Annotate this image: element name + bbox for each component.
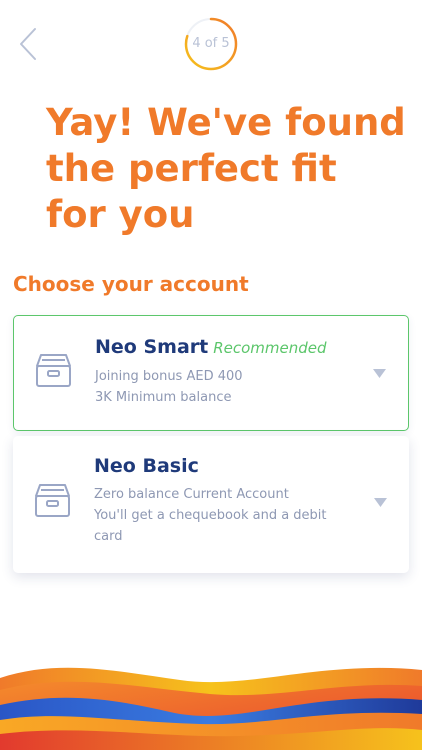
drawer-icon (36, 354, 71, 387)
section-title: Choose your account (13, 272, 249, 296)
account-detail: Joining bonus AED 400 (95, 369, 243, 384)
recommended-badge: Recommended (213, 339, 327, 357)
chevron-down-icon[interactable] (373, 369, 386, 378)
account-detail: You'll get a chequebook and a debit (94, 508, 327, 523)
page-headline: Yay! We've found the perfect fit for you (46, 101, 406, 236)
account-detail: Zero balance Current Account (94, 487, 289, 502)
step-indicator-text: 4 of 5 (192, 36, 230, 51)
drawer-icon (35, 484, 70, 517)
account-card-neo-basic[interactable]: Neo Basic Zero balance Current Account Y… (13, 436, 409, 573)
decorative-waves (0, 667, 422, 750)
chevron-left-icon (20, 28, 36, 60)
account-title: Neo Smart Recommended (95, 336, 327, 358)
chevron-down-icon[interactable] (374, 498, 387, 507)
step-indicator: 4 of 5 (184, 17, 238, 71)
account-card-neo-smart[interactable]: Neo Smart Recommended Joining bonus AED 4… (13, 315, 409, 431)
account-name: Neo Basic (94, 455, 199, 477)
account-detail: card (94, 529, 123, 544)
account-detail: 3K Minimum balance (95, 390, 232, 405)
back-button[interactable] (16, 26, 44, 62)
account-name: Neo Smart (95, 336, 209, 358)
